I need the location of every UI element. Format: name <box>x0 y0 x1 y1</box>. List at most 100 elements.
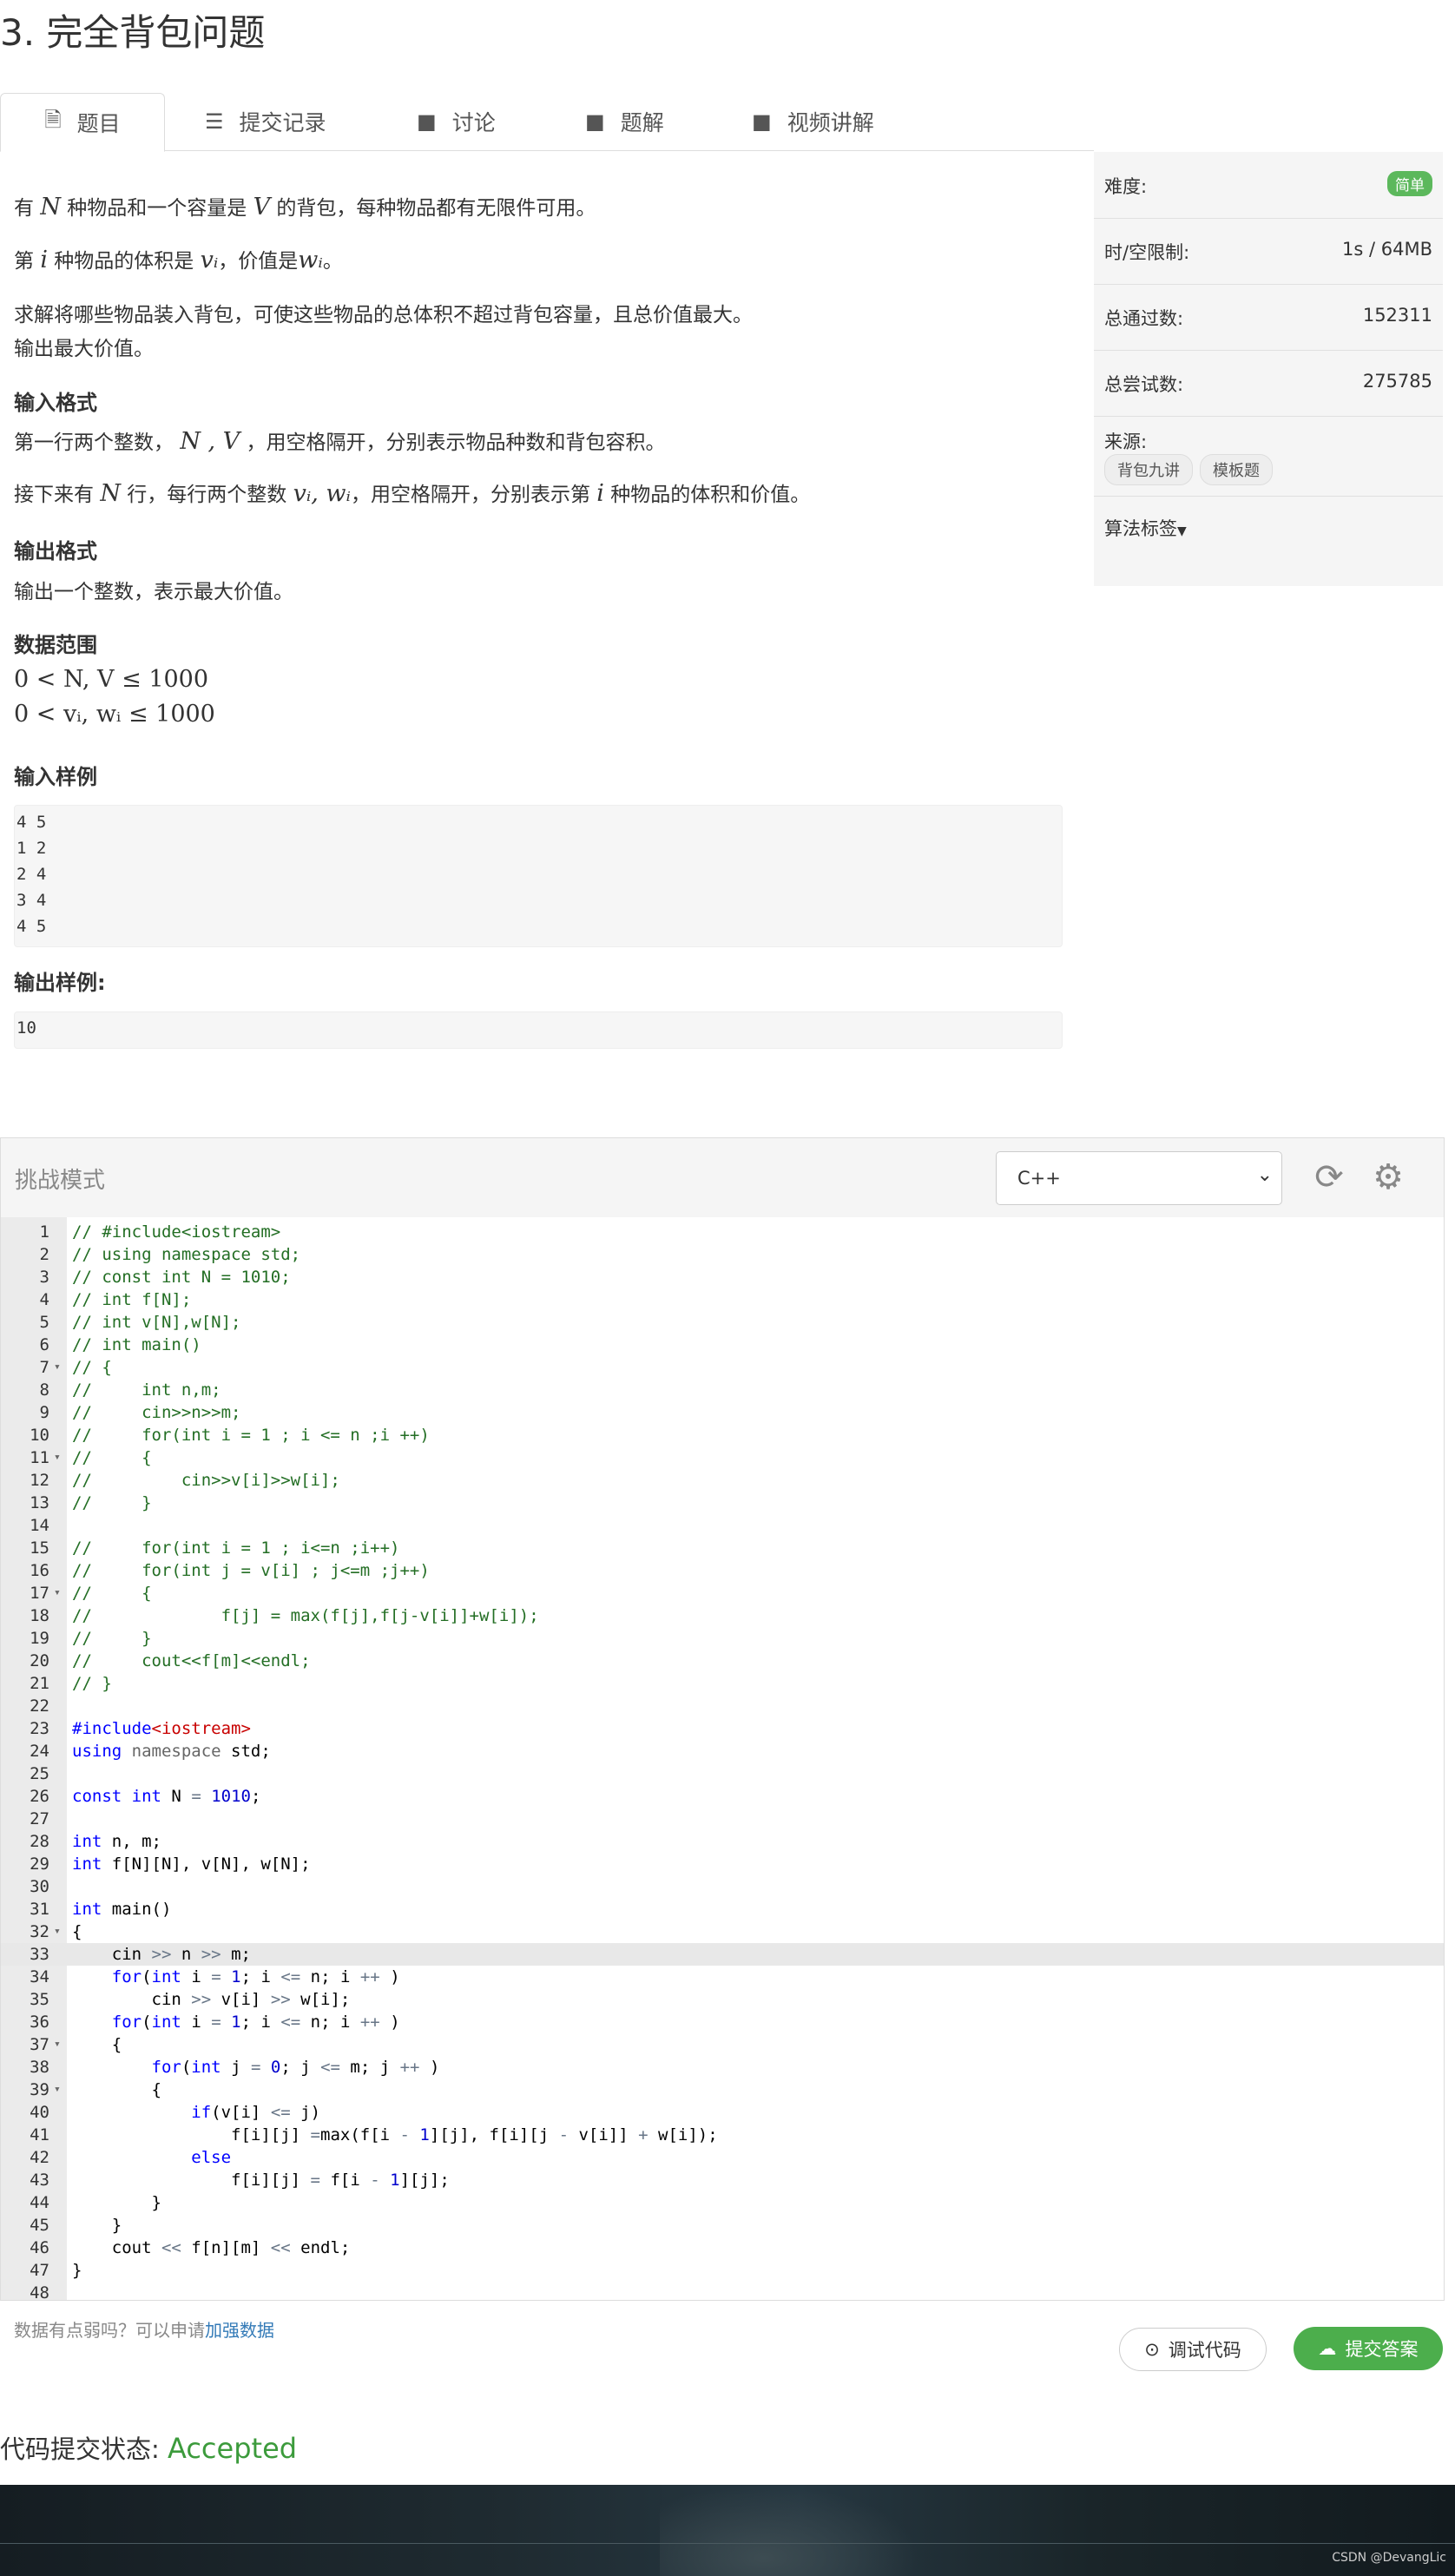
tab-label: 提交记录 <box>239 110 326 135</box>
code-line[interactable]: 6 // int main() <box>1 1334 1444 1356</box>
code-line[interactable]: 10 // for(int i = 1 ; i <= n ;i ++) <box>1 1424 1444 1446</box>
code-text: f[i][j] = f[i - 1][j]; <box>72 2171 450 2190</box>
limit-row: 时/空限制: 1s / 64MB <box>1094 218 1443 285</box>
code-line[interactable]: 8 // int n,m; <box>1 1379 1444 1401</box>
pass-value: 152311 <box>1362 305 1432 326</box>
code-line[interactable]: 48 <box>1 2282 1444 2304</box>
code-line[interactable]: 41 f[i][j] =max(f[i - 1][j], f[i][j - v[… <box>1 2124 1444 2146</box>
strengthen-data-link[interactable]: 加强数据 <box>205 2320 274 2341</box>
code-line[interactable]: 30 <box>1 1875 1444 1898</box>
gear-icon[interactable]: ⚙ <box>1366 1156 1410 1199</box>
code-line[interactable]: 26 const int N = 1010; <box>1 1785 1444 1808</box>
code-line[interactable]: 24 using namespace std; <box>1 1740 1444 1762</box>
tab-solutions[interactable]: ■ 题解 <box>585 93 664 150</box>
fold-arrow-icon[interactable]: ▾ <box>54 2079 61 2101</box>
code-line[interactable]: 15 // for(int i = 1 ; i<=n ;i++) <box>1 1537 1444 1559</box>
code-line[interactable]: 22 <box>1 1695 1444 1717</box>
code-text: { <box>72 2035 122 2054</box>
code-editor[interactable]: 1 // #include<iostream> 2 // using namespac… <box>0 1217 1445 2304</box>
code-text: // { <box>72 1448 152 1467</box>
code-line[interactable]: 12 // cin>>v[i]>>w[i]; <box>1 1469 1444 1492</box>
code-line[interactable]: 21 // } <box>1 1672 1444 1695</box>
code-line[interactable]: 9 // cin>>n>>m; <box>1 1401 1444 1424</box>
page-title: 3. 完全背包问题 <box>0 11 266 54</box>
line-number: 14 <box>30 1516 49 1535</box>
code-line[interactable]: 40 if(v[i] <= j) <box>1 2101 1444 2124</box>
code-line[interactable]: 47} <box>1 2259 1444 2282</box>
code-line[interactable]: 43 f[i][j] = f[i - 1][j]; <box>1 2169 1444 2191</box>
code-line[interactable]: 45 } <box>1 2214 1444 2237</box>
code-line[interactable]: 36 for(int i = 1; i <= n; i ++ ) <box>1 2011 1444 2033</box>
code-line[interactable]: 14 <box>1 1514 1444 1537</box>
code-line[interactable]: 27 <box>1 1808 1444 1830</box>
source-tag[interactable]: 背包九讲 <box>1104 454 1193 485</box>
code-line[interactable]: 13 // } <box>1 1492 1444 1514</box>
code-line[interactable]: 29 int f[N][N], v[N], w[N]; <box>1 1853 1444 1875</box>
refresh-icon[interactable]: ⟳ <box>1307 1156 1351 1199</box>
sample-input-heading: 输入样例 <box>14 765 97 789</box>
code-line[interactable]: 28 int n, m; <box>1 1830 1444 1853</box>
fold-arrow-icon[interactable]: ▾ <box>54 1582 61 1604</box>
code-line[interactable]: 37 ▾ { <box>1 2033 1444 2056</box>
code-line[interactable]: 44 } <box>1 2191 1444 2214</box>
caret-down-icon: ▼ <box>1177 524 1187 538</box>
submit-answer-button[interactable]: ☁ 提交答案 <box>1294 2327 1443 2370</box>
code-line[interactable]: 17 ▾ // { <box>1 1582 1444 1604</box>
code-line[interactable]: 1 // #include<iostream> <box>1 1221 1444 1243</box>
book-icon: ■ <box>585 109 605 134</box>
code-line[interactable]: 38 for(int j = 0; j <= m; j ++ ) <box>1 2056 1444 2079</box>
line-number: 34 <box>30 1967 49 1986</box>
source-tag[interactable]: 模板题 <box>1200 454 1273 485</box>
input-line: 第一行两个整数， N , V ，用空格隔开，分别表示物品种数和背包容积。 <box>14 425 666 455</box>
input-heading: 输入格式 <box>14 391 97 415</box>
code-line[interactable]: 4 // int f[N]; <box>1 1288 1444 1311</box>
code-line[interactable]: 18 // f[j] = max(f[j],f[j-v[i]]+w[i]); <box>1 1604 1444 1627</box>
code-text: cin >> v[i] >> w[i]; <box>72 1990 351 2009</box>
language-select[interactable]: C++ ⌄ <box>996 1151 1282 1205</box>
tab-discussion[interactable]: ■ 讨论 <box>417 93 496 150</box>
tab-video[interactable]: ■ 视频讲解 <box>752 93 874 150</box>
comment-icon: ■ <box>417 109 437 134</box>
text: 接下来有 <box>14 484 94 506</box>
text: 有 <box>14 197 34 220</box>
code-line[interactable]: 5 // int v[N],w[N]; <box>1 1311 1444 1334</box>
fold-arrow-icon[interactable]: ▾ <box>54 1920 61 1943</box>
code-text: { <box>72 2080 161 2099</box>
fold-arrow-icon[interactable]: ▾ <box>54 1446 61 1469</box>
tab-problem[interactable]: 🗎 题目 <box>0 93 165 152</box>
code-line[interactable]: 16 // for(int j = v[i] ; j<=m ;j++) <box>1 1559 1444 1582</box>
data-hint: 数据有点弱吗？可以申请加强数据 <box>14 2316 274 2342</box>
fold-arrow-icon[interactable]: ▾ <box>54 2033 61 2056</box>
difficulty-label: 难度: <box>1104 176 1148 197</box>
math: vᵢ <box>200 247 219 273</box>
line-number: 31 <box>30 1900 49 1919</box>
code-line[interactable]: 25 <box>1 1762 1444 1785</box>
code-line[interactable]: 34 for(int i = 1; i <= n; i ++ ) <box>1 1966 1444 1988</box>
code-text: // cin>>n>>m; <box>72 1403 241 1422</box>
code-line[interactable]: 39 ▾ { <box>1 2079 1444 2101</box>
code-line[interactable]: 46 cout << f[n][m] << endl; <box>1 2237 1444 2259</box>
tab-label: 题目 <box>76 111 121 136</box>
code-text: // cin>>v[i]>>w[i]; <box>72 1471 340 1490</box>
tab-submissions[interactable]: ☰ 提交记录 <box>205 93 326 150</box>
line-number: 22 <box>30 1696 49 1716</box>
line-number: 8 <box>39 1380 49 1400</box>
debug-code-button[interactable]: ⊙ 调试代码 <box>1119 2328 1267 2371</box>
algo-tags-toggle[interactable]: 算法标签▼ <box>1094 496 1443 562</box>
text: ，价值是 <box>218 250 299 273</box>
code-line[interactable]: 20 // cout<<f[m]<<endl; <box>1 1650 1444 1672</box>
code-line[interactable]: 42 else <box>1 2146 1444 2169</box>
fold-arrow-icon[interactable]: ▾ <box>54 1356 61 1379</box>
code-line[interactable]: 3 // const int N = 1010; <box>1 1266 1444 1288</box>
code-line[interactable]: 31 int main() <box>1 1898 1444 1920</box>
code-line[interactable]: 11 ▾ // { <box>1 1446 1444 1469</box>
code-line[interactable]: 33 cin >> n >> m; <box>1 1943 1444 1966</box>
line-number: 4 <box>39 1290 49 1309</box>
code-line[interactable]: 7 ▾ // { <box>1 1356 1444 1379</box>
text: 。 <box>322 250 343 273</box>
code-line[interactable]: 32 ▾ { <box>1 1920 1444 1943</box>
code-line[interactable]: 19 // } <box>1 1627 1444 1650</box>
code-line[interactable]: 23 #include<iostream> <box>1 1717 1444 1740</box>
code-line[interactable]: 2 // using namespace std; <box>1 1243 1444 1266</box>
code-line[interactable]: 35 cin >> v[i] >> w[i]; <box>1 1988 1444 2011</box>
